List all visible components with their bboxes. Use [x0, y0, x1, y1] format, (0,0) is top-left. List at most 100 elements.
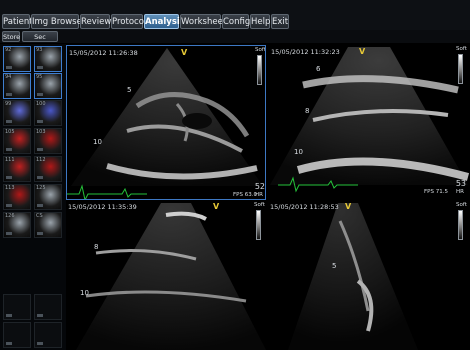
depth-mark: 5: [127, 86, 132, 94]
thumbnail-item[interactable]: 126: [3, 212, 31, 238]
image-pane-1[interactable]: 15/05/2012 11:26:38 V Soft 5 10 52 FPS 6…: [66, 45, 266, 200]
thumbnail-tag-icon: [6, 120, 12, 123]
grayscale-bar: [257, 55, 262, 85]
thumbnail-empty-slot: [3, 322, 31, 348]
image-pane-4[interactable]: 15/05/2012 11:28:53 V Soft 5: [268, 201, 470, 350]
thumbnail-tag-icon: [6, 148, 12, 151]
thumbnail-number: 95: [36, 74, 43, 80]
timestamp: 15/05/2012 11:35:39: [68, 203, 137, 211]
ultrasound-image: [76, 203, 266, 350]
thumbnail-number: 93: [36, 47, 43, 53]
ecg-trace: [67, 184, 147, 199]
thumbnail-number: 112: [36, 157, 46, 163]
depth-mark: 5: [332, 262, 337, 270]
image-pane-2[interactable]: 15/05/2012 11:32:23 V Soft 6 8 10 53 FPS…: [268, 45, 470, 200]
depth-mark: 10: [93, 138, 102, 146]
thumbnail-number: CS: [36, 213, 43, 219]
thumbnail-tag-icon: [37, 120, 43, 123]
thumbnail-tag-icon: [6, 93, 12, 96]
timestamp: 15/05/2012 11:26:38: [69, 49, 138, 57]
probe-orientation-marker: V: [345, 202, 352, 211]
tab-exit[interactable]: Exit: [271, 14, 289, 29]
thumbnail-number: 100: [36, 101, 46, 107]
ultrasound-image: [67, 48, 263, 199]
thumbnail-empty-slot: [34, 294, 62, 320]
fps-readout: FPS 63.0: [233, 192, 257, 198]
ultrasound-image: [288, 203, 418, 350]
thumbnail-empty-slot: [3, 294, 31, 320]
timestamp: 15/05/2012 11:28:53: [270, 203, 339, 211]
hr-label: HR: [255, 192, 263, 198]
thumbnail-number: 111: [5, 157, 15, 163]
thumbnail-item[interactable]: 112: [34, 156, 62, 182]
thumbnail-tag-icon: [37, 314, 43, 317]
tab-config[interactable]: Config: [222, 14, 250, 29]
tab-worksheet[interactable]: Worksheet: [180, 14, 226, 29]
store-button[interactable]: Store: [2, 31, 20, 42]
soft-label: Soft: [456, 202, 467, 208]
thumbnail-item[interactable]: 111: [3, 156, 31, 182]
thumbnail-number: 103: [36, 129, 46, 135]
grayscale-bar: [256, 210, 261, 240]
grayscale-bar: [458, 210, 463, 240]
thumbnail-number: 126: [5, 213, 15, 219]
probe-orientation-marker: V: [359, 47, 366, 56]
thumbnail-item[interactable]: 95: [34, 73, 62, 99]
thumbnail-tag-icon: [37, 176, 43, 179]
thumbnail-number: 99: [5, 101, 12, 107]
sec-capture-button[interactable]: Sec capture: [22, 31, 58, 51]
thumbnail-tag-icon: [37, 93, 43, 96]
thumbnail-tag-icon: [37, 66, 43, 69]
thumbnail-item[interactable]: 105: [3, 128, 31, 154]
soft-label: Soft: [254, 202, 265, 208]
tab-review[interactable]: Review: [80, 14, 111, 29]
thumbnail-tag-icon: [37, 204, 43, 207]
thumbnail-tag-icon: [37, 342, 43, 345]
image-pane-3[interactable]: 15/05/2012 11:35:39 V Soft 8 10: [66, 201, 266, 350]
fps-readout: FPS 71.5: [424, 189, 448, 195]
thumbnail-item[interactable]: 113: [3, 184, 31, 210]
thumbnail-tag-icon: [6, 314, 12, 317]
thumbnail-number: 105: [5, 129, 15, 135]
thumbnail-item[interactable]: 94: [3, 73, 31, 99]
tab-img-browser[interactable]: Img Browser: [31, 14, 85, 29]
tab-patient[interactable]: Patient: [2, 14, 33, 29]
probe-orientation-marker: V: [181, 48, 188, 57]
thumbnail-number: 125: [36, 185, 46, 191]
frame-number: 52: [254, 182, 265, 191]
thumbnail-item[interactable]: 99: [3, 100, 31, 126]
tab-protocol[interactable]: Protocol: [111, 14, 146, 29]
thumbnail-strip: 92 93 94 95 99 100 105 103 111 112 113 125 126 CS: [0, 44, 66, 350]
thumbnail-number: 92: [5, 47, 12, 53]
tab-bar: Patient Img Browser Review Protocol Anal…: [0, 0, 470, 30]
probe-orientation-marker: V: [213, 202, 220, 211]
thumbnail-item[interactable]: 93: [34, 46, 62, 72]
thumbnail-tag-icon: [6, 204, 12, 207]
depth-mark: 8: [305, 107, 310, 115]
tab-help[interactable]: Help: [250, 14, 270, 29]
depth-mark: 8: [94, 243, 99, 251]
tab-analysis[interactable]: Analysis: [144, 14, 185, 29]
frame-number: 53: [455, 179, 466, 188]
thumbnail-tag-icon: [6, 66, 12, 69]
depth-mark: 10: [294, 148, 303, 156]
thumbnail-tag-icon: [37, 148, 43, 151]
grayscale-bar: [458, 54, 463, 84]
depth-mark: 10: [80, 289, 89, 297]
thumbnail-tag-icon: [6, 342, 12, 345]
thumbnail-item[interactable]: 92: [3, 46, 31, 72]
thumbnail-item[interactable]: 103: [34, 128, 62, 154]
ultrasound-image: [270, 47, 470, 193]
thumbnail-empty-slot: [34, 322, 62, 348]
thumbnail-number: 94: [5, 74, 12, 80]
thumbnail-item[interactable]: 100: [34, 100, 62, 126]
thumbnail-tag-icon: [6, 232, 12, 235]
timestamp: 15/05/2012 11:32:23: [271, 48, 340, 56]
hr-label: HR: [456, 189, 464, 195]
soft-label: Soft: [456, 46, 467, 52]
secondary-toolbar: Store Sec capture: [0, 30, 470, 51]
depth-mark: 6: [316, 65, 321, 73]
thumbnail-item[interactable]: CS: [34, 212, 62, 238]
thumbnail-number: 113: [5, 185, 15, 191]
thumbnail-item[interactable]: 125: [34, 184, 62, 210]
